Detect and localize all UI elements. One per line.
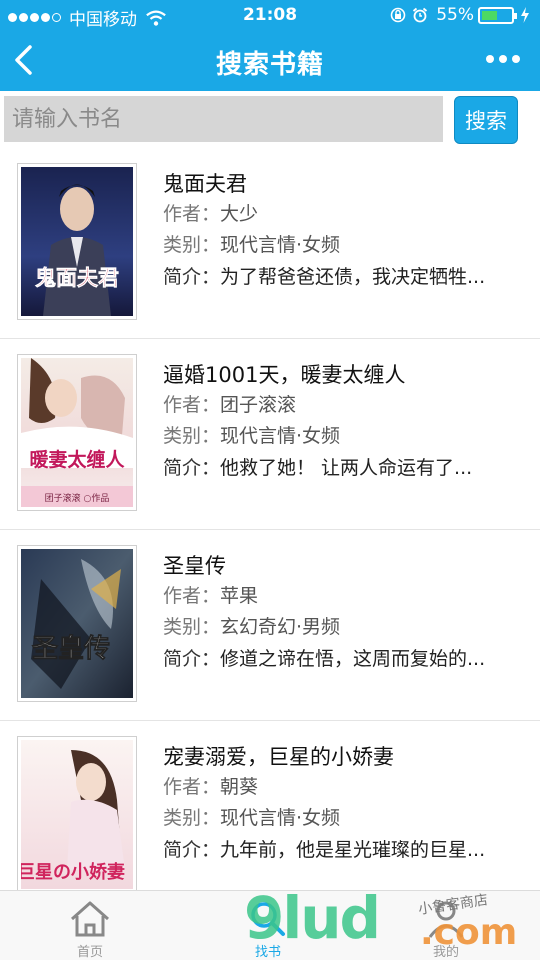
intro-value: 为了帮爸爸还债，我决定牺牲... [220, 266, 486, 288]
book-cover[interactable]: 巨星の小娇妻 [17, 736, 137, 890]
search-bar: 搜索 [0, 91, 540, 148]
book-item[interactable]: 暖妻太缠人 团子滚滚 ○作品 逼婚1001天，暖妻太缠人 作者：团子滚滚 类别：… [0, 339, 540, 530]
author-label: 作者： [163, 776, 221, 798]
app-header: 中国移动 21:08 55% 搜索书籍 [0, 0, 540, 91]
intro-label: 简介： [163, 648, 221, 670]
navigation-bar: 搜索书籍 [0, 30, 540, 91]
more-dot [486, 55, 494, 63]
intro-label: 简介： [163, 266, 221, 288]
book-title[interactable]: 圣皇传 [163, 550, 226, 580]
book-cover[interactable]: 鬼面夫君 [17, 163, 137, 320]
tab-home[interactable]: 首页 [40, 897, 140, 960]
category-value: 现代言情·女频 [220, 425, 341, 447]
cover-title: 暖妻太缠人 [29, 448, 125, 471]
book-cover-image: 鬼面夫君 [21, 167, 133, 316]
book-cover-image: 巨星の小娇妻 [21, 740, 133, 889]
more-dot [499, 55, 507, 63]
book-category: 类别：玄幻奇幻·男频 [163, 612, 340, 639]
cover-title: 鬼面夫君 [35, 265, 119, 290]
category-value: 现代言情·女频 [220, 807, 341, 829]
intro-label: 简介： [163, 839, 221, 861]
book-title[interactable]: 逼婚1001天，暖妻太缠人 [163, 359, 405, 389]
tab-home-label: 首页 [76, 945, 103, 960]
category-value: 玄幻奇幻·男频 [220, 616, 341, 638]
cover-title: 巨星の小娇妻 [21, 861, 125, 883]
book-intro: 简介：修道之谛在悟，这周而复始的... [163, 644, 508, 671]
book-item[interactable]: 圣皇传 圣皇传 作者：苹果 类别：玄幻奇幻·男频 简介：修道之谛在悟，这周而复始… [0, 530, 540, 721]
book-title[interactable]: 宠妻溺爱，巨星的小娇妻 [163, 741, 394, 771]
book-title[interactable]: 鬼面夫君 [163, 168, 247, 198]
category-label: 类别： [163, 234, 221, 256]
intro-label: 简介： [163, 457, 221, 479]
home-icon [71, 901, 109, 937]
user-icon [428, 901, 464, 938]
book-intro: 简介：他救了她！ 让两人命运有了... [163, 453, 508, 480]
page-title: 搜索书籍 [215, 50, 324, 80]
battery-percent: 55% [436, 5, 474, 25]
author-value: 朝葵 [220, 776, 259, 798]
author-label: 作者： [163, 585, 221, 607]
battery-fill [482, 10, 498, 20]
book-cover-image: 圣皇传 [21, 549, 133, 698]
more-dots-icon[interactable] [486, 55, 520, 65]
cover-title: 圣皇传 [32, 634, 110, 664]
status-bar: 中国移动 21:08 55% [0, 0, 540, 30]
intro-value: 九年前，他是星光璀璨的巨星... [220, 839, 486, 861]
tab-mine[interactable]: 我的 [396, 897, 496, 960]
book-author: 作者：大少 [163, 199, 258, 226]
category-value: 现代言情·女频 [220, 234, 341, 256]
tab-mine-label: 我的 [432, 945, 459, 960]
category-label: 类别： [163, 616, 221, 638]
author-value: 大少 [220, 203, 259, 225]
battery-icon [478, 6, 517, 24]
book-category: 类别：现代言情·女频 [163, 421, 340, 448]
author-label: 作者： [163, 394, 221, 416]
more-dot [512, 55, 520, 63]
book-author: 作者：团子滚滚 [163, 390, 296, 417]
author-value: 苹果 [220, 585, 259, 607]
intro-value: 修道之谛在悟，这周而复始的... [220, 648, 486, 670]
status-right: 55% [384, 5, 530, 25]
search-input[interactable] [4, 96, 443, 142]
search-icon [251, 902, 285, 936]
cover-author: 团子滚滚 ○作品 [45, 492, 110, 504]
category-label: 类别： [163, 807, 221, 829]
tab-search-label: 找书 [254, 945, 281, 960]
alarm-icon [413, 7, 428, 23]
book-category: 类别：现代言情·女频 [163, 803, 340, 830]
book-list: 鬼面夫君 鬼面夫君 作者：大少 类别：现代言情·女频 简介：为了帮爸爸还债，我决… [0, 148, 540, 890]
orientation-lock-icon [390, 7, 406, 23]
charging-icon [521, 7, 529, 23]
category-label: 类别： [163, 425, 221, 447]
search-button[interactable]: 搜索 [454, 96, 518, 144]
tab-search[interactable]: 找书 [218, 897, 318, 960]
book-cover[interactable]: 暖妻太缠人 团子滚滚 ○作品 [17, 354, 137, 511]
book-category: 类别：现代言情·女频 [163, 230, 340, 257]
book-cover[interactable]: 圣皇传 [17, 545, 137, 702]
book-author: 作者：朝葵 [163, 772, 258, 799]
book-item[interactable]: 巨星の小娇妻 宠妻溺爱，巨星的小娇妻 作者：朝葵 类别：现代言情·女频 简介：九… [0, 721, 540, 890]
book-cover-image: 暖妻太缠人 团子滚滚 ○作品 [21, 358, 133, 507]
book-author: 作者：苹果 [163, 581, 258, 608]
book-intro: 简介：为了帮爸爸还债，我决定牺牲... [163, 262, 508, 289]
book-item[interactable]: 鬼面夫君 鬼面夫君 作者：大少 类别：现代言情·女频 简介：为了帮爸爸还债，我决… [0, 148, 540, 339]
bottom-tab-bar: 首页 找书 我的 [0, 890, 540, 960]
intro-value: 他救了她！ 让两人命运有了... [220, 457, 473, 479]
author-value: 团子滚滚 [220, 394, 297, 416]
author-label: 作者： [163, 203, 221, 225]
book-intro: 简介：九年前，他是星光璀璨的巨星... [163, 835, 508, 862]
